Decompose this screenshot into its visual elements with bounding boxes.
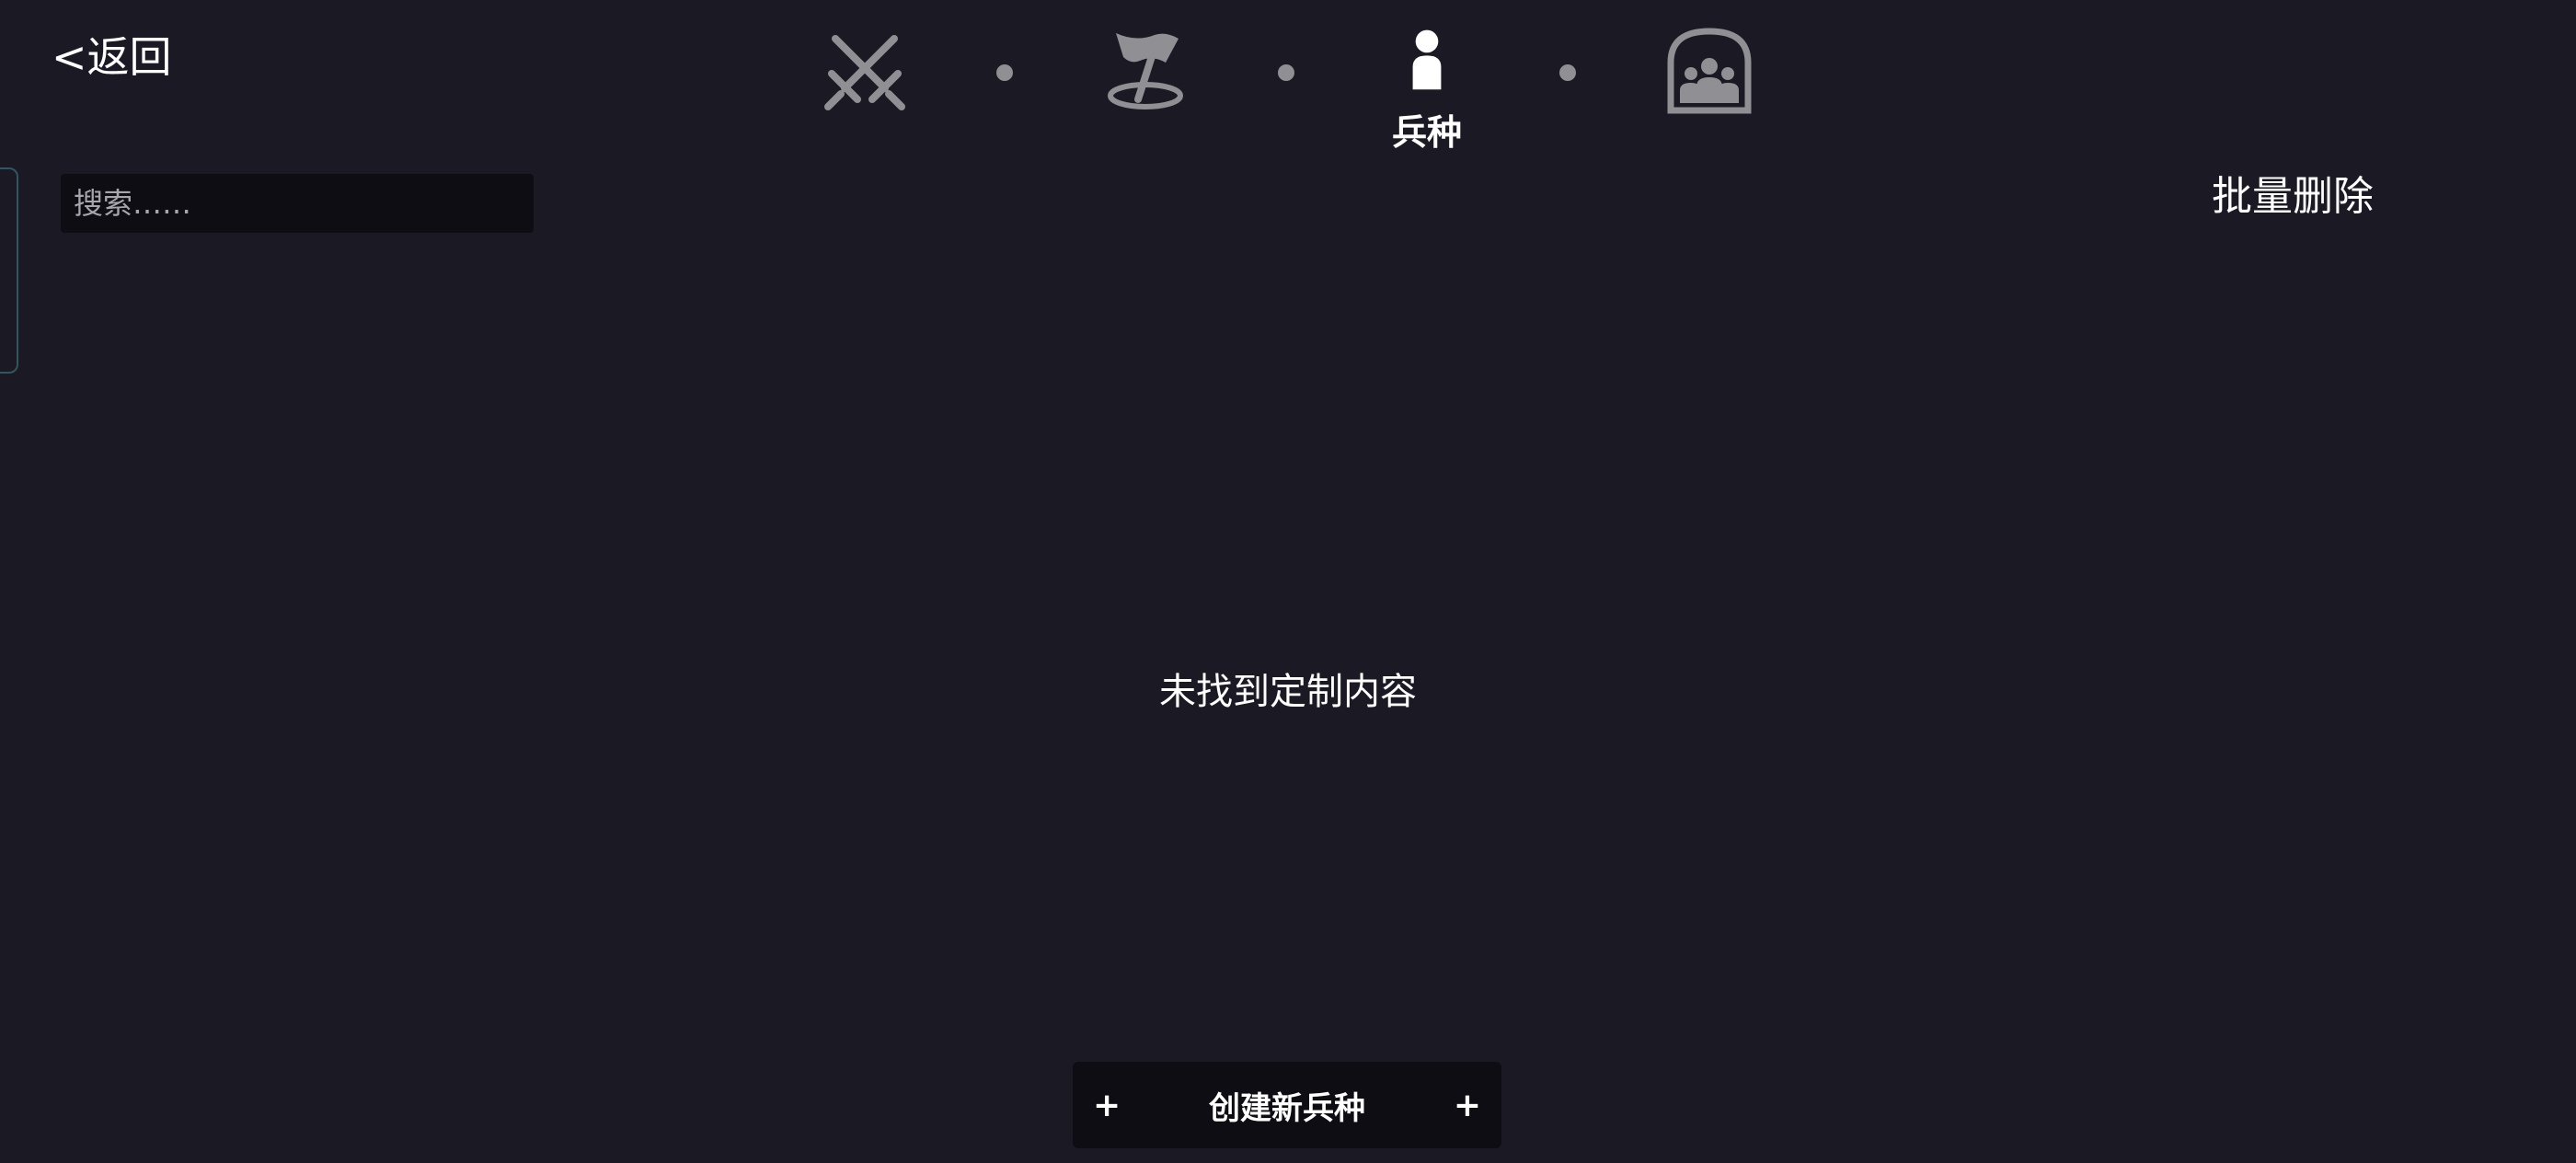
create-new-unit-button[interactable]: + 创建新兵种 + bbox=[1073, 1062, 1501, 1148]
step-label: 兵种 bbox=[1391, 112, 1462, 153]
plus-icon: + bbox=[1453, 1086, 1481, 1124]
step-separator-dot bbox=[1559, 64, 1576, 81]
batch-delete-button[interactable]: 批量删除 bbox=[2212, 167, 2374, 226]
step-separator-dot bbox=[996, 64, 1013, 81]
step-separator-dot bbox=[1278, 64, 1294, 81]
soldier-icon bbox=[1412, 29, 1442, 90]
create-button-label: 创建新兵种 bbox=[1209, 1089, 1365, 1127]
step-map[interactable] bbox=[1090, 26, 1201, 155]
custom-unit-screen: <返回 兵种 bbox=[0, 0, 2576, 1163]
step-unit-type[interactable]: 兵种 bbox=[1372, 26, 1482, 155]
step-battle[interactable] bbox=[810, 26, 920, 155]
group-portrait-icon bbox=[1667, 28, 1752, 114]
search-box[interactable] bbox=[61, 173, 534, 234]
plus-icon: + bbox=[1093, 1086, 1121, 1124]
search-input[interactable] bbox=[72, 173, 523, 234]
flag-icon bbox=[1108, 33, 1183, 109]
back-button[interactable]: <返回 bbox=[52, 28, 172, 86]
crossed-swords-icon bbox=[824, 35, 905, 110]
side-drawer-handle[interactable] bbox=[0, 167, 18, 374]
step-faction[interactable] bbox=[1654, 26, 1765, 155]
empty-state-message: 未找到定制内容 bbox=[1159, 671, 1417, 713]
